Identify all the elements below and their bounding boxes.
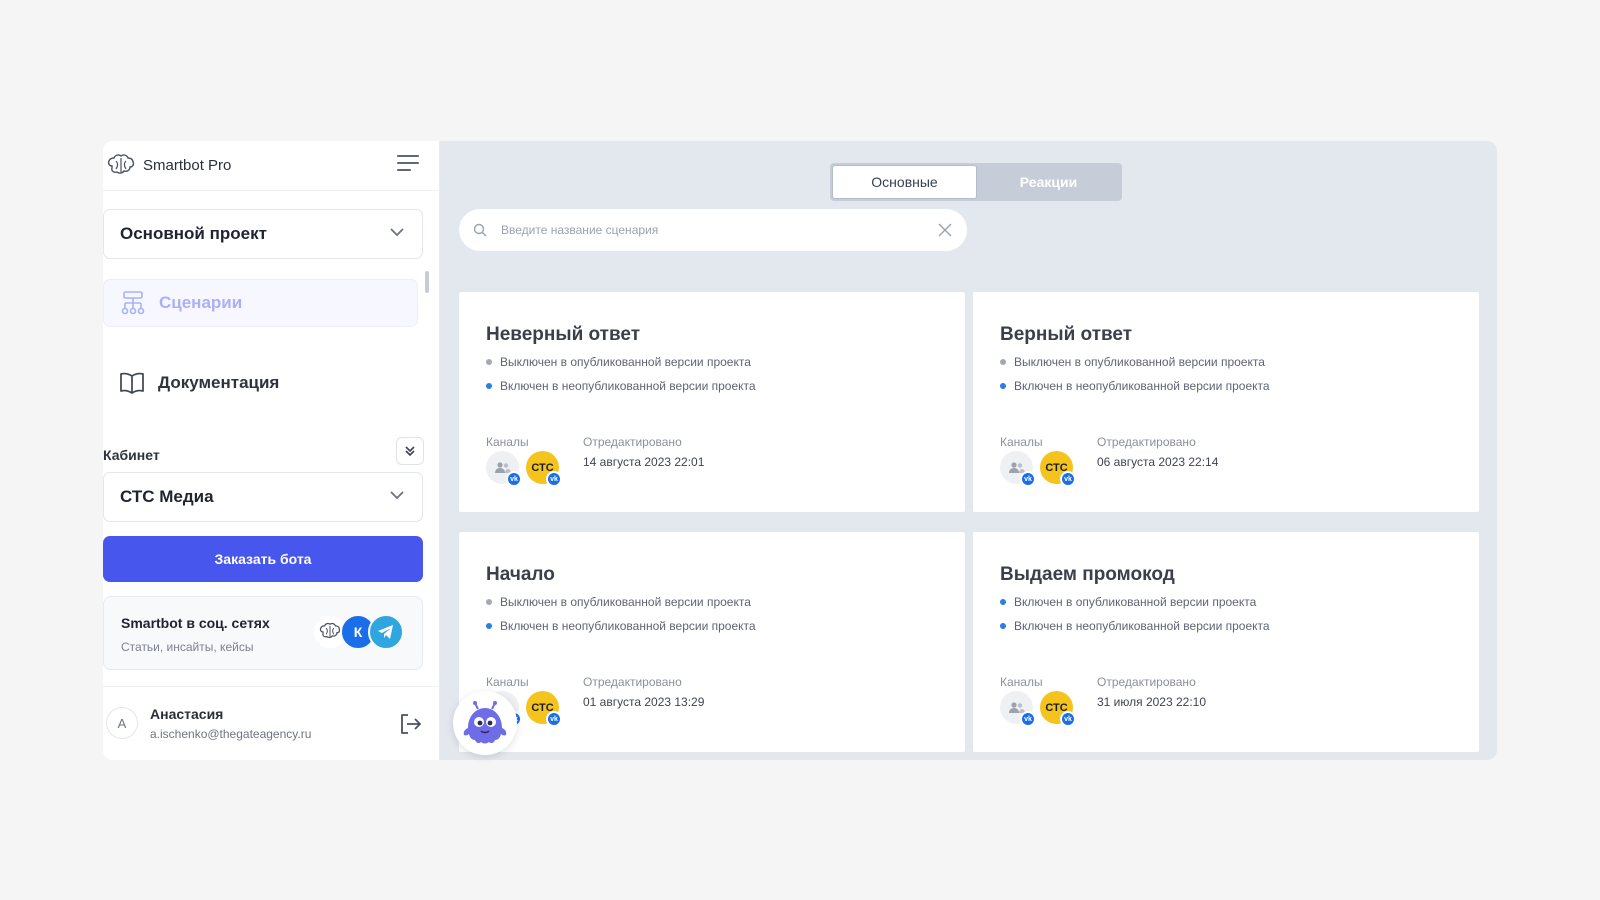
status-published: Выключен в опубликованной версии проекта: [486, 355, 751, 369]
app-window: Smartbot Pro Основной проект Сценарии До…: [103, 141, 1497, 760]
card-title: Верный ответ: [1000, 324, 1133, 345]
social-title: Smartbot в соц. сетях: [121, 615, 270, 631]
status-text: Включен в неопубликованной версии проект…: [1014, 379, 1270, 393]
social-subtitle: Статьи, инсайты, кейсы: [121, 640, 254, 654]
status-dot: [1000, 599, 1006, 605]
edited-label: Отредактировано: [583, 675, 682, 689]
order-bot-button[interactable]: Заказать бота: [103, 536, 423, 582]
telegram-icon[interactable]: [368, 614, 404, 650]
menu-icon[interactable]: [397, 155, 421, 175]
chevron-down-icon: [390, 491, 404, 500]
status-dot: [1000, 623, 1006, 629]
social-card[interactable]: Smartbot в соц. сетях Статьи, инсайты, к…: [103, 596, 423, 670]
status-published: Выключен в опубликованной версии проекта: [486, 595, 751, 609]
channels-label: Каналы: [1000, 435, 1043, 449]
channel-icons: СТС vk vk: [1000, 691, 1080, 727]
cabinet-label: Кабинет: [103, 447, 160, 463]
scenario-card[interactable]: Неверный ответ Выключен в опубликованной…: [459, 292, 965, 512]
tab-reactions[interactable]: Реакции: [977, 165, 1120, 199]
status-text: Выключен в опубликованной версии проекта: [500, 355, 751, 369]
status-text: Включен в опубликованной версии проекта: [1014, 595, 1257, 609]
card-title: Неверный ответ: [486, 324, 641, 345]
channel-icons: СТС vk vk: [1000, 451, 1080, 487]
search-bar: [459, 209, 967, 251]
chevron-down-icon: [390, 228, 404, 237]
assistant-mascot-button[interactable]: [453, 691, 517, 755]
book-icon: [118, 369, 146, 397]
flowchart-icon: [119, 289, 147, 317]
brand-header: Smartbot Pro: [103, 141, 439, 191]
status-dot: [486, 623, 492, 629]
status-text: Выключен в опубликованной версии проекта: [500, 595, 751, 609]
vk-badge-icon: vk: [546, 711, 562, 727]
double-chevron-down-icon: [405, 446, 415, 457]
user-name: Анастасия: [150, 706, 224, 722]
vk-badge-icon: vk: [546, 471, 562, 487]
sidebar-scrollbar[interactable]: [425, 271, 429, 293]
search-icon: [473, 223, 487, 237]
brand-name: Smartbot Pro: [143, 157, 232, 174]
channels-label: Каналы: [1000, 675, 1043, 689]
user-email: a.ischenko@thegateagency.ru: [150, 727, 312, 741]
brain-icon: [105, 152, 137, 180]
edited-date: 31 июля 2023 22:10: [1097, 695, 1207, 709]
vk-badge-icon: vk: [506, 471, 522, 487]
card-title: Начало: [486, 564, 555, 585]
status-text: Выключен в опубликованной версии проекта: [1014, 355, 1265, 369]
vk-badge-icon: vk: [1020, 711, 1036, 727]
scenario-card[interactable]: Начало Выключен в опубликованной версии …: [459, 532, 965, 752]
user-profile: А Анастасия a.ischenko@thegateagency.ru: [103, 686, 439, 760]
scenario-card[interactable]: Выдаем промокод Включен в опубликованной…: [973, 532, 1479, 752]
sidebar-item-documentation[interactable]: Документация: [103, 359, 418, 407]
status-unpublished: Включен в неопубликованной версии проект…: [486, 379, 756, 393]
edited-label: Отредактировано: [1097, 675, 1196, 689]
scenario-card[interactable]: Верный ответ Выключен в опубликованной в…: [973, 292, 1479, 512]
status-unpublished: Включен в неопубликованной версии проект…: [486, 619, 756, 633]
status-dot: [1000, 383, 1006, 389]
status-published: Выключен в опубликованной версии проекта: [1000, 355, 1265, 369]
vk-badge-icon: vk: [1020, 471, 1036, 487]
status-unpublished: Включен в неопубликованной версии проект…: [1000, 619, 1270, 633]
status-text: Включен в неопубликованной версии проект…: [500, 619, 756, 633]
channel-icons: СТС vk vk: [486, 451, 566, 487]
sidebar-item-scenarios[interactable]: Сценарии: [103, 279, 418, 327]
edited-label: Отредактировано: [583, 435, 682, 449]
main-content: Основные Реакции Неверный ответ Выключен…: [440, 141, 1497, 760]
vk-badge-icon: vk: [1060, 471, 1076, 487]
status-published: Включен в опубликованной версии проекта: [1000, 595, 1256, 609]
tab-bar: Основные Реакции: [830, 163, 1122, 201]
status-text: Включен в неопубликованной версии проект…: [1014, 619, 1270, 633]
status-dot: [486, 599, 492, 605]
mascot-icon: [463, 701, 507, 744]
status-dot: [486, 359, 492, 365]
status-dot: [1000, 359, 1006, 365]
search-input[interactable]: [501, 223, 901, 237]
logout-icon[interactable]: [397, 711, 423, 737]
channels-label: Каналы: [486, 675, 529, 689]
status-dot: [486, 383, 492, 389]
project-select-value: Основной проект: [120, 224, 267, 243]
collapse-button[interactable]: [396, 437, 424, 465]
card-title: Выдаем промокод: [1000, 564, 1175, 585]
channels-label: Каналы: [486, 435, 529, 449]
edited-date: 01 августа 2023 13:29: [583, 695, 705, 709]
edited-date: 06 августа 2023 22:14: [1097, 455, 1219, 469]
vk-badge-icon: vk: [1060, 711, 1076, 727]
cabinet-select-value: СТС Медиа: [120, 487, 214, 506]
project-select[interactable]: Основной проект: [103, 209, 423, 259]
close-icon[interactable]: [937, 222, 953, 238]
status-text: Включен в неопубликованной версии проект…: [500, 379, 756, 393]
edited-label: Отредактировано: [1097, 435, 1196, 449]
social-icons: К: [312, 614, 404, 650]
sidebar-item-label: Документация: [158, 373, 280, 392]
tab-main[interactable]: Основные: [832, 165, 977, 199]
cabinet-select[interactable]: СТС Медиа: [103, 472, 423, 522]
sidebar: Smartbot Pro Основной проект Сценарии До…: [103, 141, 440, 760]
edited-date: 14 августа 2023 22:01: [583, 455, 705, 469]
sidebar-item-label: Сценарии: [159, 293, 243, 312]
avatar[interactable]: А: [106, 707, 138, 739]
status-unpublished: Включен в неопубликованной версии проект…: [1000, 379, 1270, 393]
